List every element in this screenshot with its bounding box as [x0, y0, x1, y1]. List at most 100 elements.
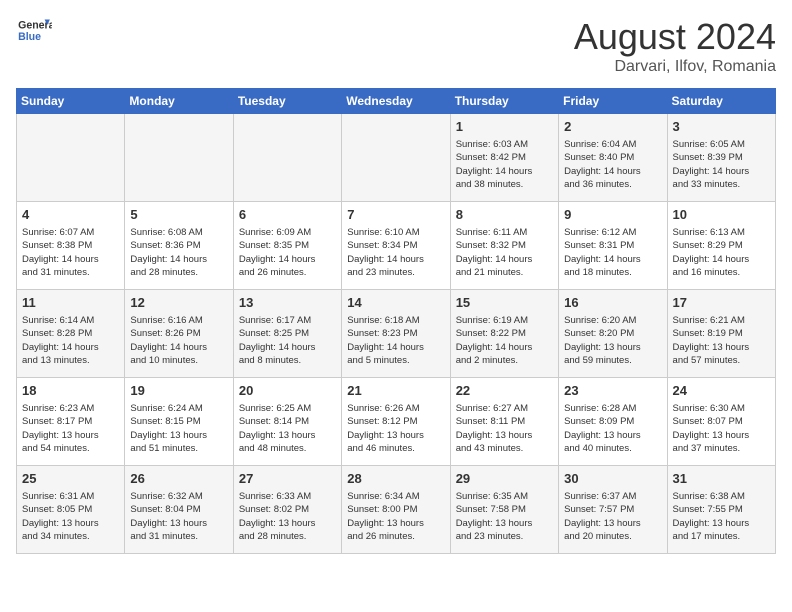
calendar-cell: 4Sunrise: 6:07 AMSunset: 8:38 PMDaylight… — [17, 202, 125, 290]
cell-info: Daylight: 13 hours — [673, 517, 770, 530]
cell-info: Sunrise: 6:25 AM — [239, 402, 336, 415]
cell-info: and 40 minutes. — [564, 442, 661, 455]
cell-info: Sunset: 8:32 PM — [456, 239, 553, 252]
cell-info: Sunrise: 6:32 AM — [130, 490, 227, 503]
calendar-cell: 20Sunrise: 6:25 AMSunset: 8:14 PMDayligh… — [233, 378, 341, 466]
day-number: 19 — [130, 382, 227, 400]
cell-info: Sunset: 7:58 PM — [456, 503, 553, 516]
calendar-table: SundayMondayTuesdayWednesdayThursdayFrid… — [16, 88, 776, 554]
calendar-cell: 7Sunrise: 6:10 AMSunset: 8:34 PMDaylight… — [342, 202, 450, 290]
day-number: 14 — [347, 294, 444, 312]
cell-info: Sunrise: 6:09 AM — [239, 226, 336, 239]
cell-info: Daylight: 13 hours — [564, 341, 661, 354]
cell-info: and 21 minutes. — [456, 266, 553, 279]
calendar-cell: 14Sunrise: 6:18 AMSunset: 8:23 PMDayligh… — [342, 290, 450, 378]
cell-info: and 13 minutes. — [22, 354, 119, 367]
day-number: 11 — [22, 294, 119, 312]
day-number: 23 — [564, 382, 661, 400]
cell-info: Sunset: 8:26 PM — [130, 327, 227, 340]
day-number: 15 — [456, 294, 553, 312]
calendar-cell — [233, 114, 341, 202]
cell-info: Sunset: 8:19 PM — [673, 327, 770, 340]
cell-info: Daylight: 13 hours — [673, 341, 770, 354]
cell-info: Sunset: 8:15 PM — [130, 415, 227, 428]
calendar-cell: 29Sunrise: 6:35 AMSunset: 7:58 PMDayligh… — [450, 466, 558, 554]
cell-info: and 46 minutes. — [347, 442, 444, 455]
cell-info: Daylight: 14 hours — [22, 341, 119, 354]
cell-info: Sunrise: 6:27 AM — [456, 402, 553, 415]
calendar-cell: 11Sunrise: 6:14 AMSunset: 8:28 PMDayligh… — [17, 290, 125, 378]
day-number: 13 — [239, 294, 336, 312]
cell-info: and 23 minutes. — [456, 530, 553, 543]
calendar-cell: 1Sunrise: 6:03 AMSunset: 8:42 PMDaylight… — [450, 114, 558, 202]
cell-info: Daylight: 13 hours — [673, 429, 770, 442]
cell-info: Sunrise: 6:23 AM — [22, 402, 119, 415]
cell-info: and 31 minutes. — [22, 266, 119, 279]
weekday-header: Monday — [125, 89, 233, 114]
calendar-cell — [342, 114, 450, 202]
day-number: 24 — [673, 382, 770, 400]
cell-info: Sunrise: 6:03 AM — [456, 138, 553, 151]
cell-info: and 2 minutes. — [456, 354, 553, 367]
calendar-week-row: 4Sunrise: 6:07 AMSunset: 8:38 PMDaylight… — [17, 202, 776, 290]
cell-info: Daylight: 14 hours — [22, 253, 119, 266]
cell-info: Sunrise: 6:38 AM — [673, 490, 770, 503]
day-number: 3 — [673, 118, 770, 136]
weekday-header: Friday — [559, 89, 667, 114]
calendar-cell: 12Sunrise: 6:16 AMSunset: 8:26 PMDayligh… — [125, 290, 233, 378]
cell-info: Sunset: 8:39 PM — [673, 151, 770, 164]
cell-info: and 54 minutes. — [22, 442, 119, 455]
cell-info: Sunrise: 6:14 AM — [22, 314, 119, 327]
cell-info: Sunrise: 6:11 AM — [456, 226, 553, 239]
day-number: 8 — [456, 206, 553, 224]
cell-info: and 26 minutes. — [239, 266, 336, 279]
cell-info: Daylight: 13 hours — [239, 429, 336, 442]
calendar-cell: 26Sunrise: 6:32 AMSunset: 8:04 PMDayligh… — [125, 466, 233, 554]
calendar-cell: 28Sunrise: 6:34 AMSunset: 8:00 PMDayligh… — [342, 466, 450, 554]
cell-info: Sunset: 8:11 PM — [456, 415, 553, 428]
day-number: 4 — [22, 206, 119, 224]
calendar-cell: 21Sunrise: 6:26 AMSunset: 8:12 PMDayligh… — [342, 378, 450, 466]
day-number: 16 — [564, 294, 661, 312]
day-number: 1 — [456, 118, 553, 136]
calendar-week-row: 25Sunrise: 6:31 AMSunset: 8:05 PMDayligh… — [17, 466, 776, 554]
cell-info: Sunset: 8:36 PM — [130, 239, 227, 252]
cell-info: and 10 minutes. — [130, 354, 227, 367]
cell-info: Sunset: 8:29 PM — [673, 239, 770, 252]
cell-info: Sunset: 8:38 PM — [22, 239, 119, 252]
cell-info: Daylight: 14 hours — [347, 341, 444, 354]
day-number: 25 — [22, 470, 119, 488]
weekday-header: Tuesday — [233, 89, 341, 114]
cell-info: Sunset: 8:40 PM — [564, 151, 661, 164]
cell-info: Sunrise: 6:24 AM — [130, 402, 227, 415]
day-number: 2 — [564, 118, 661, 136]
cell-info: Sunrise: 6:26 AM — [347, 402, 444, 415]
calendar-cell: 6Sunrise: 6:09 AMSunset: 8:35 PMDaylight… — [233, 202, 341, 290]
cell-info: Sunrise: 6:34 AM — [347, 490, 444, 503]
cell-info: Daylight: 13 hours — [130, 429, 227, 442]
cell-info: Sunrise: 6:28 AM — [564, 402, 661, 415]
day-number: 5 — [130, 206, 227, 224]
cell-info: and 57 minutes. — [673, 354, 770, 367]
cell-info: and 59 minutes. — [564, 354, 661, 367]
cell-info: Daylight: 13 hours — [130, 517, 227, 530]
calendar-week-row: 1Sunrise: 6:03 AMSunset: 8:42 PMDaylight… — [17, 114, 776, 202]
cell-info: Daylight: 14 hours — [564, 253, 661, 266]
calendar-cell — [125, 114, 233, 202]
cell-info: Daylight: 14 hours — [456, 341, 553, 354]
cell-info: Sunrise: 6:13 AM — [673, 226, 770, 239]
cell-info: Daylight: 13 hours — [564, 517, 661, 530]
calendar-cell: 27Sunrise: 6:33 AMSunset: 8:02 PMDayligh… — [233, 466, 341, 554]
calendar-cell: 16Sunrise: 6:20 AMSunset: 8:20 PMDayligh… — [559, 290, 667, 378]
cell-info: Sunset: 8:14 PM — [239, 415, 336, 428]
cell-info: Daylight: 13 hours — [456, 517, 553, 530]
day-number: 9 — [564, 206, 661, 224]
cell-info: Daylight: 13 hours — [564, 429, 661, 442]
cell-info: and 31 minutes. — [130, 530, 227, 543]
calendar-cell: 19 Sunrise: 6:24 AMSunset: 8:15 PMDayligh… — [125, 378, 233, 466]
cell-info: Daylight: 14 hours — [239, 341, 336, 354]
cell-info: and 26 minutes. — [347, 530, 444, 543]
day-number: 26 — [130, 470, 227, 488]
cell-info: Sunrise: 6:20 AM — [564, 314, 661, 327]
day-number: 21 — [347, 382, 444, 400]
